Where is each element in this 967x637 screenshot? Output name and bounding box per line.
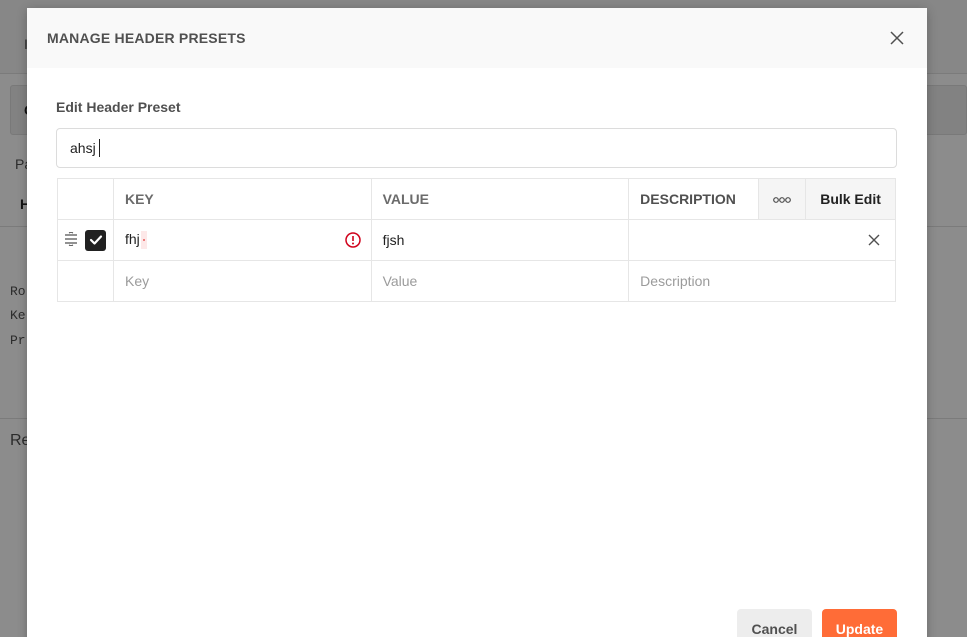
headers-table: KEY VALUE DESCRIPTION Bulk Edit fhj fjsh… [57, 178, 896, 302]
preset-name-value: ahsj [70, 140, 96, 156]
header-control-cell [57, 178, 114, 220]
text-caret [98, 139, 100, 157]
bulk-edit-button[interactable]: Bulk Edit [805, 178, 896, 220]
more-options-icon[interactable] [758, 178, 807, 220]
update-button[interactable]: Update [822, 609, 897, 637]
manage-header-presets-modal: MANAGE HEADER PRESETS Edit Header Preset… [27, 8, 927, 637]
table-row: fhj fjsh [57, 219, 896, 261]
table-header-row: KEY VALUE DESCRIPTION Bulk Edit [57, 178, 896, 220]
row-control-cell [57, 260, 114, 302]
column-header-description: DESCRIPTION [628, 178, 760, 220]
preset-name-input[interactable]: ahsj [56, 128, 897, 168]
edit-header-preset-label: Edit Header Preset [56, 99, 181, 115]
table-row-new: Key Value Description [57, 260, 896, 302]
modal-title: MANAGE HEADER PRESETS [47, 30, 246, 46]
delete-row-icon[interactable] [868, 233, 882, 247]
key-cell[interactable]: fhj [112, 219, 372, 261]
row-enabled-checkbox[interactable] [85, 229, 106, 251]
close-icon[interactable] [887, 28, 907, 48]
value-text: fjsh [382, 232, 405, 248]
value-cell[interactable]: fjsh [370, 219, 630, 261]
cancel-button[interactable]: Cancel [737, 609, 812, 637]
column-header-value: VALUE [370, 178, 630, 220]
warning-icon[interactable] [344, 232, 361, 248]
row-control-cell [57, 219, 114, 261]
description-placeholder-input[interactable]: Description [628, 260, 896, 302]
value-placeholder-input[interactable]: Value [370, 260, 630, 302]
key-placeholder-input[interactable]: Key [112, 260, 372, 302]
column-header-key: KEY [112, 178, 372, 220]
description-cell[interactable] [628, 219, 896, 261]
drag-handle-icon[interactable] [64, 230, 78, 249]
key-value: fhj [124, 230, 140, 247]
whitespace-marker [140, 231, 147, 250]
modal-header: MANAGE HEADER PRESETS [27, 8, 927, 68]
